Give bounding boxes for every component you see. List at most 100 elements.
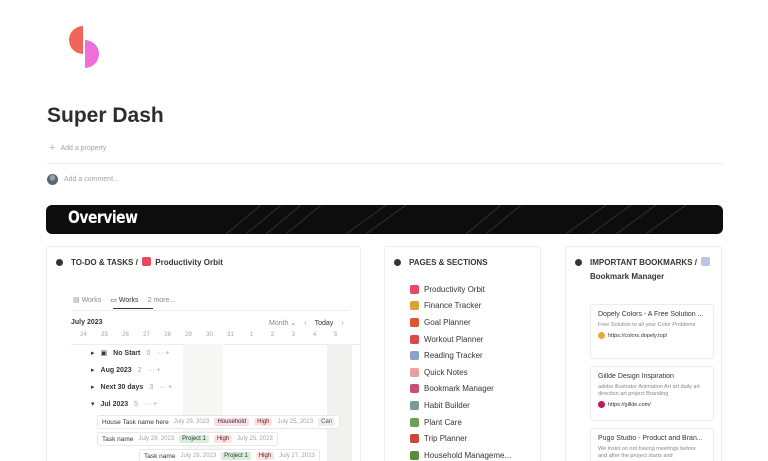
page-icon [410, 367, 419, 377]
month-selector[interactable]: Month ⌄ [269, 319, 296, 327]
group-count: 3 [149, 383, 154, 391]
today-button[interactable]: Today [315, 320, 334, 327]
bookmark-card[interactable]: Dopely Colors - A Free Solution ... Free… [590, 304, 714, 359]
group-count: 0 [146, 349, 151, 357]
add-property-button[interactable]: + Add a property [49, 142, 106, 154]
more-icon[interactable]: ··· + [144, 401, 157, 408]
day-header: 24 25 26 27 28 29 30 31 1 2 3 4 5 [73, 332, 346, 338]
task-tag: Can [318, 418, 336, 426]
group-row[interactable]: ▾ Jul 2023 5 ··· + [91, 400, 157, 409]
task-name: Task name [144, 452, 176, 460]
add-property-label: Add a property [60, 144, 107, 152]
task-date: July 29, 2023 [180, 453, 217, 459]
page-title: Super Dash [47, 104, 164, 127]
task-card[interactable]: House Task name here July 29, 2023 House… [97, 415, 341, 429]
page-link[interactable]: Quick Notes [410, 364, 511, 381]
page-link[interactable]: Habit Builder [410, 397, 511, 414]
page-icon [410, 400, 419, 410]
day-label: 5 [333, 332, 338, 338]
bookmarks-card: IMPORTANT BOOKMARKS / Bookmark Manager D… [565, 246, 722, 461]
more-views-button[interactable]: 2 more... [148, 297, 176, 304]
prev-icon[interactable]: ‹ [304, 320, 306, 327]
bookmarks-heading-link[interactable]: Bookmark Manager [590, 272, 664, 281]
banner-pattern [225, 205, 687, 234]
bookmark-url: https://gillde.com/ [598, 401, 706, 408]
pages-heading: PAGES & SECTIONS [394, 256, 488, 270]
page-link-label: Quick Notes [424, 367, 468, 377]
tab-works-calendar[interactable]: ▭ Works [110, 296, 138, 304]
page-icon [410, 351, 419, 361]
workspace-logo-icon [69, 26, 99, 68]
day-label: 1 [249, 332, 254, 338]
page-icon [410, 434, 419, 444]
page-icon [410, 334, 419, 344]
bookmark-description: Free Solution to all your Color Problems [598, 322, 696, 328]
page-link-label: Finance Tracker [424, 301, 482, 311]
tab-works-table[interactable]: ▤ Works [73, 296, 101, 304]
page-link[interactable]: Trip Planner [410, 430, 511, 447]
bookmark-description: We insist on not having meetings before … [598, 446, 696, 459]
group-count: 2 [137, 366, 142, 374]
page-icon [410, 384, 419, 394]
page-icon [410, 450, 419, 460]
more-icon[interactable]: ··· + [148, 367, 161, 374]
page-link[interactable]: Goal Planner [410, 314, 511, 331]
favicon-icon [598, 401, 605, 408]
more-icon[interactable]: ··· + [156, 350, 169, 357]
page-link[interactable]: Plant Care [410, 414, 511, 431]
day-label: 3 [291, 332, 296, 338]
page-link[interactable]: Bookmark Manager [410, 381, 511, 398]
add-comment-field[interactable]: Add a comment... [47, 174, 119, 185]
bookmark-manager-icon [701, 257, 711, 266]
divider [73, 310, 350, 311]
task-tag: Household [214, 418, 250, 426]
bookmark-title: Gillde Design Inspiration [598, 373, 674, 380]
todo-card: TO-DO & TASKS / Productivity Orbit ▤ Wor… [46, 246, 361, 461]
more-icon[interactable]: ··· + [159, 384, 172, 391]
bookmark-url: https://colors.dopely.top/ [598, 332, 706, 339]
next-icon[interactable]: › [341, 320, 343, 327]
page-link-label: Household Manageme... [424, 450, 512, 460]
view-tabs: ▤ Works ▭ Works 2 more... [73, 296, 176, 309]
group-row[interactable]: ▸ ▣ No Start 0 ··· + [91, 349, 169, 358]
day-label: 29 [185, 332, 192, 338]
priority-tag: High [255, 452, 275, 460]
no-start-icon: ▣ [100, 350, 108, 357]
priority-tag: High [213, 435, 233, 443]
page-link-label: Workout Planner [424, 334, 484, 344]
weekend-shade [327, 344, 352, 461]
group-row[interactable]: ▸ Aug 2023 2 ··· + [91, 366, 161, 375]
toggle-icon[interactable]: ▾ [91, 400, 95, 408]
bookmark-title: Pugo Studio - Product and Bran... [598, 435, 703, 442]
toggle-icon[interactable]: ▸ [91, 383, 95, 391]
bookmark-card[interactable]: Pugo Studio - Product and Bran... We ins… [590, 428, 714, 461]
bookmarks-heading: IMPORTANT BOOKMARKS / Bookmark Manager [575, 256, 712, 284]
task-date: July 27, 2023 [279, 453, 315, 459]
bookmark-card[interactable]: Gillde Design Inspiration adobe illustra… [590, 366, 714, 421]
page-link[interactable]: Workout Planner [410, 331, 511, 348]
page-link[interactable]: Finance Tracker [410, 298, 511, 315]
page-link[interactable]: Household Manageme... [410, 447, 511, 461]
plus-icon: + [49, 142, 56, 154]
page-link-label: Trip Planner [424, 434, 468, 444]
day-label: 26 [122, 332, 129, 338]
task-date: July 29, 2023 [173, 419, 210, 425]
day-label: 30 [206, 332, 213, 338]
favicon-icon [598, 332, 605, 339]
pages-heading-label: PAGES & SECTIONS [409, 258, 488, 267]
page-link[interactable]: Productivity Orbit [410, 281, 511, 298]
task-card[interactable]: Task name July 29, 2023 Project 1 High J… [139, 449, 320, 461]
page-link-label: Bookmark Manager [424, 384, 494, 394]
priority-tag: High [254, 418, 273, 426]
task-date: July 25, 2023 [237, 436, 273, 442]
group-label: Aug 2023 [100, 366, 132, 374]
toggle-icon[interactable]: ▸ [91, 366, 95, 374]
task-card[interactable]: Task name July 29, 2023 Project 1 High J… [97, 432, 278, 446]
toggle-icon[interactable]: ▸ [91, 349, 95, 357]
group-row[interactable]: ▸ Next 30 days 3 ··· + [91, 383, 172, 392]
day-label: 27 [143, 332, 150, 338]
page-link[interactable]: Reading Tracker [410, 347, 511, 364]
group-label: No Start [113, 349, 141, 357]
bullet-icon [394, 259, 401, 266]
todo-heading-link[interactable]: Productivity Orbit [155, 258, 223, 267]
